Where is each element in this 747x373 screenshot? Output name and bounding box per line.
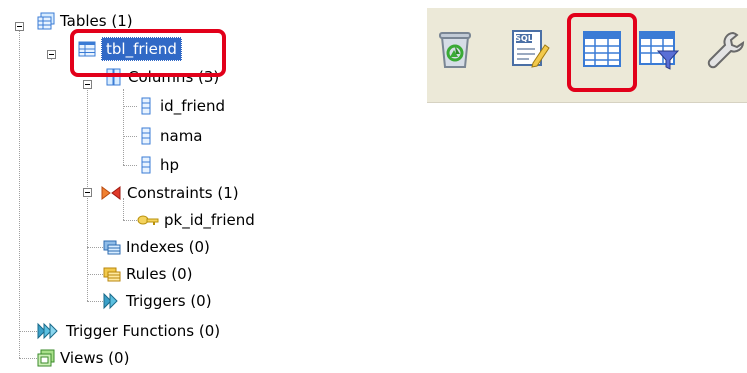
tree-connector-line — [123, 89, 124, 165]
highlight-callout-table — [70, 29, 226, 77]
tree-connector-line — [123, 220, 137, 221]
sql-text: SQL — [515, 34, 533, 43]
column-label: nama — [160, 127, 203, 145]
tree-connector-line — [123, 165, 137, 166]
tree-connector-line — [19, 26, 20, 358]
tree-connector-line — [123, 136, 137, 137]
tree-connector-line — [87, 274, 103, 275]
tree-node-views[interactable]: Views (0) — [37, 347, 129, 369]
sql-editor-button[interactable]: SQL — [507, 27, 551, 71]
tree-connector-line — [123, 106, 137, 107]
highlight-callout-view-data — [567, 13, 637, 92]
toolbar: SQL — [427, 8, 747, 103]
tree-connector-line — [87, 247, 103, 248]
tables-icon — [37, 12, 55, 30]
primary-key-label: pk_id_friend — [164, 211, 255, 229]
columns-collapse-toggle[interactable] — [83, 80, 92, 89]
tree-node-primary-key[interactable]: pk_id_friend — [137, 209, 255, 231]
tree-connector-line — [19, 331, 37, 332]
filter-data-icon — [639, 31, 680, 70]
key-icon — [137, 211, 159, 229]
properties-button[interactable] — [703, 27, 747, 71]
tree-node-indexes[interactable]: Indexes (0) — [103, 236, 210, 258]
column-label: id_friend — [160, 97, 226, 115]
tree-connector-line — [19, 358, 37, 359]
tree-node-trigger-functions[interactable]: Trigger Functions (0) — [37, 320, 220, 342]
tree-node-constraints[interactable]: Constraints (1) — [100, 182, 239, 204]
filter-data-button[interactable] — [636, 27, 680, 71]
indexes-label: Indexes (0) — [126, 238, 210, 256]
sql-editor-icon: SQL — [512, 30, 550, 68]
views-icon — [37, 349, 55, 367]
tree-node-column[interactable]: hp — [137, 154, 179, 176]
constraints-label: Constraints (1) — [127, 184, 239, 202]
indexes-icon — [103, 238, 121, 256]
triggers-label: Triggers (0) — [126, 292, 212, 310]
drop-button[interactable] — [433, 27, 477, 71]
column-icon — [137, 127, 155, 145]
constraints-collapse-toggle[interactable] — [83, 188, 92, 197]
column-icon — [137, 97, 155, 115]
wrench-icon — [707, 31, 745, 69]
object-browser-tree: Tables (1) tbl_friend Columns (3) id_fri… — [0, 0, 400, 373]
triggers-icon — [103, 292, 121, 310]
tree-node-column[interactable]: nama — [137, 125, 203, 147]
rules-icon — [103, 265, 121, 283]
tree-connector-line — [87, 301, 103, 302]
tables-collapse-toggle[interactable] — [15, 22, 24, 31]
trigger-functions-icon — [37, 322, 61, 340]
tree-node-column[interactable]: id_friend — [137, 95, 225, 117]
tree-node-rules[interactable]: Rules (0) — [103, 263, 192, 285]
column-icon — [137, 156, 155, 174]
tree-node-triggers[interactable]: Triggers (0) — [103, 290, 212, 312]
constraints-icon — [100, 184, 122, 202]
recycle-bin-icon — [439, 32, 471, 68]
views-label: Views (0) — [60, 349, 130, 367]
column-label: hp — [160, 156, 180, 174]
trigger-functions-label: Trigger Functions (0) — [66, 322, 221, 340]
table-collapse-toggle[interactable] — [47, 50, 56, 59]
rules-label: Rules (0) — [126, 265, 193, 283]
